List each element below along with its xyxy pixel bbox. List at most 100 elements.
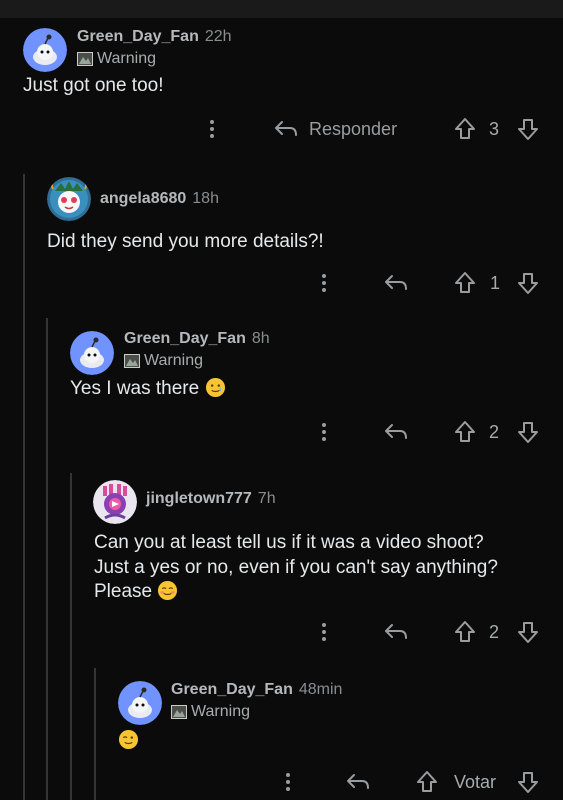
comment-meta: jingletown777 7h [146, 490, 276, 512]
reply-arrow-icon [385, 424, 407, 439]
reply-button[interactable] [383, 618, 409, 646]
more-vertical-icon [322, 623, 326, 641]
comment-text-line: Please [94, 580, 498, 605]
vote-score: 1 [490, 269, 500, 297]
comment-body: Did they send you more details?! [47, 231, 324, 252]
avatar[interactable] [70, 331, 114, 375]
timestamp: 7h [257, 490, 276, 507]
top-app-bar [0, 0, 563, 18]
username[interactable]: Green_Day_Fan [124, 330, 246, 348]
more-vertical-icon [286, 773, 290, 791]
upvote-button[interactable] [454, 269, 476, 297]
flair-text: Warning [191, 703, 250, 720]
comment-meta: angela8680 18h [100, 190, 219, 212]
comment-meta: Green_Day_Fan 48min [171, 681, 342, 703]
custom-avatar-icon [47, 177, 91, 221]
reply-button[interactable] [345, 768, 371, 796]
downvote-arrow-icon [518, 119, 538, 140]
downvote-button[interactable] [517, 618, 539, 646]
upvote-arrow-icon [455, 118, 475, 139]
downvote-arrow-icon [518, 772, 538, 793]
upvote-arrow-icon [455, 421, 475, 442]
username[interactable]: angela8680 [100, 190, 186, 208]
reply-arrow-icon [347, 774, 369, 789]
comment-text-line: Can you at least tell us if it was a vid… [94, 532, 484, 553]
upvote-button[interactable] [454, 418, 476, 446]
upvote-button[interactable] [454, 115, 476, 143]
vote-label: Votar [454, 768, 496, 796]
vote-score: 2 [489, 418, 499, 446]
timestamp: 8h [251, 330, 270, 347]
more-options-button[interactable] [320, 418, 328, 446]
user-flair: Warning [124, 351, 203, 371]
comment-body: Yes I was there [70, 377, 226, 401]
comment-body [118, 729, 139, 753]
more-options-button[interactable] [320, 269, 328, 297]
flair-image-icon [171, 705, 187, 719]
upvote-arrow-icon [455, 621, 475, 642]
user-flair: Warning [77, 49, 156, 69]
flair-text: Warning [97, 50, 156, 67]
more-options-button[interactable] [320, 618, 328, 646]
upvote-button[interactable] [454, 618, 476, 646]
more-options-button[interactable] [284, 768, 292, 796]
user-flair: Warning [171, 702, 250, 722]
score-count: 1 [490, 272, 501, 293]
comment-body: Can you at least tell us if it was a vid… [94, 531, 498, 605]
flair-image-icon [124, 354, 140, 368]
snoo-avatar-icon [70, 331, 114, 375]
more-vertical-icon [322, 274, 326, 292]
avatar[interactable] [47, 177, 91, 221]
reply-arrow-icon [385, 275, 407, 290]
thread-line[interactable] [23, 174, 25, 800]
comment-text: Yes I was there [70, 378, 200, 399]
upvote-button[interactable] [416, 768, 438, 796]
username[interactable]: Green_Day_Fan [77, 28, 199, 46]
avatar[interactable] [23, 28, 67, 72]
downvote-arrow-icon [518, 422, 538, 443]
avatar[interactable] [118, 681, 162, 725]
smiling-tear-emoji-icon [205, 377, 225, 398]
comment-body: Just got one too! [23, 75, 164, 96]
downvote-button[interactable] [517, 115, 539, 143]
reply-button[interactable] [383, 269, 409, 297]
score-count: 2 [489, 421, 500, 442]
timestamp: 48min [298, 681, 343, 698]
upvote-arrow-icon [455, 272, 475, 293]
more-vertical-icon [322, 423, 326, 441]
reply-label: Responder [309, 118, 398, 139]
vote-score: 2 [489, 618, 499, 646]
vote-text: Votar [454, 771, 497, 792]
comment-text: Please [94, 581, 153, 602]
snoo-avatar-icon [118, 681, 162, 725]
snoo-avatar-icon [23, 28, 67, 72]
comment-meta: Green_Day_Fan 8h [124, 330, 270, 352]
upvote-arrow-icon [417, 771, 437, 792]
reply-arrow-icon [385, 624, 407, 639]
downvote-button[interactable] [517, 269, 539, 297]
downvote-button[interactable] [517, 768, 539, 796]
username[interactable]: jingletown777 [146, 490, 252, 508]
flair-text: Warning [144, 352, 203, 369]
reply-button[interactable]: Responder [273, 115, 397, 143]
reply-button[interactable] [383, 418, 409, 446]
thread-line[interactable] [94, 668, 96, 800]
downvote-arrow-icon [518, 273, 538, 294]
comment-text-line: Just a yes or no, even if you can't say … [94, 556, 498, 578]
winking-face-emoji-icon [118, 729, 139, 750]
avatar[interactable] [93, 480, 137, 524]
more-options-button[interactable] [208, 115, 216, 143]
custom-avatar-icon [93, 480, 137, 524]
relieved-face-emoji-icon [158, 580, 178, 601]
score-count: 2 [489, 621, 500, 642]
downvote-button[interactable] [517, 418, 539, 446]
username[interactable]: Green_Day_Fan [171, 681, 293, 699]
downvote-arrow-icon [518, 622, 538, 643]
vote-score: 3 [489, 115, 499, 143]
thread-line[interactable] [46, 318, 48, 800]
more-vertical-icon [210, 120, 214, 138]
timestamp: 18h [192, 190, 219, 207]
score-count: 3 [489, 118, 500, 139]
thread-line[interactable] [70, 473, 72, 800]
timestamp: 22h [204, 28, 232, 45]
